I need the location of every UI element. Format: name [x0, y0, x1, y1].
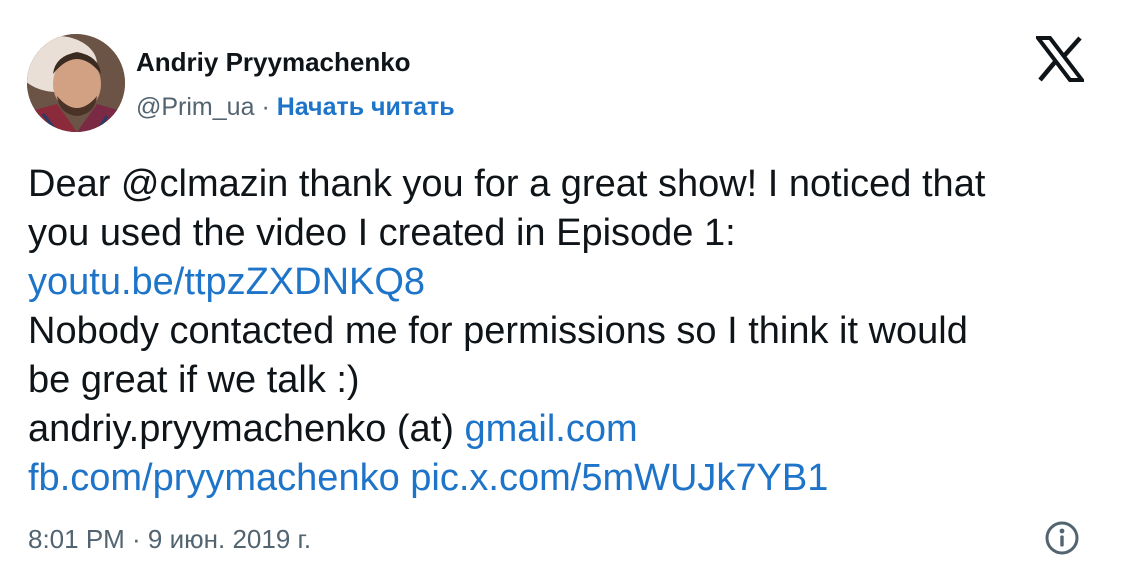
tweet-text-line: Nobody contacted me for permissions so I… [28, 310, 968, 352]
timestamp[interactable]: 8:01 PM · 9 июн. 2019 г. [28, 521, 311, 557]
avatar-photo [27, 34, 125, 132]
follow-button[interactable]: Начать читать [277, 93, 455, 121]
email-text: andriy.pryymachenko (at) [28, 408, 454, 450]
author-handle[interactable]: @Prim_ua [136, 93, 254, 121]
tweet-text-line: be great if we talk :) [28, 359, 360, 401]
gmail-link[interactable]: gmail.com [464, 408, 637, 450]
avatar[interactable] [27, 34, 125, 132]
tweet-text-line: Dear @clmazin thank you for a great show… [28, 163, 986, 205]
youtube-link[interactable]: youtu.be/ttpzZXDNKQ8 [28, 261, 425, 303]
facebook-link[interactable]: fb.com/pryymachenko [28, 457, 400, 499]
x-logo-icon[interactable] [1033, 36, 1087, 82]
tweet-card: Andriy Pryymachenko @Prim_ua · Начать чи… [0, 0, 1122, 582]
separator: · [261, 93, 270, 121]
author-handle-line: @Prim_ua · Начать читать [136, 90, 455, 124]
tweet-text-line: you used the video I created in Episode … [28, 212, 736, 254]
pic-link[interactable]: pic.x.com/5mWUJk7YB1 [410, 457, 828, 499]
info-icon[interactable] [1044, 520, 1080, 556]
author-name[interactable]: Andriy Pryymachenko [136, 44, 411, 80]
tweet-text: Dear @clmazin thank you for a great show… [28, 160, 1098, 503]
